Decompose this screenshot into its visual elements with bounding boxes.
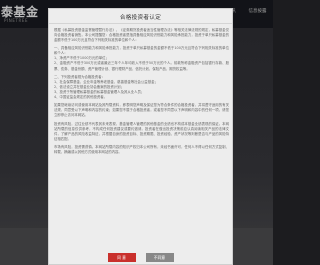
qualified-investor-modal: 合格投资者认定 根据《私募投资基金监督管理暂行办法》、《证券期货投资者适当性管理… [48,8,233,265]
modal-title: 合格投资者认定 [119,15,162,21]
nav-item-disclosure[interactable]: 信息披露 [242,8,273,18]
modal-paragraph: 市场有风险，投资需谨慎。本网站所载内容的知识产权归本公司所有，未经书面许可，任何… [54,144,229,154]
agree-button[interactable]: 同 意 [107,253,136,262]
modal-paragraph: 一、具备相应风险识别能力和风险承担能力，投资于单只私募基金的金额不低于100万元… [54,46,229,56]
brand-subtitle: PINETREE [4,18,29,23]
disagree-button[interactable]: 不同意 [145,253,174,262]
modal-body[interactable]: 根据《私募投资基金监督管理暂行办法》、《证券期货投资者适当性管理办法》等相关法律… [54,28,229,246]
modal-paragraph: 根据《私募投资基金监督管理暂行办法》、《证券期货投资者适当性管理办法》等相关法律… [54,28,229,43]
modal-paragraph: 2、金融资产不低于300万元或者最近三年个人年均收入不低于50万元的个人。前款所… [54,61,229,71]
modal-paragraph: 如果您继续访问或使用本网站及其所载资料，即表明您声明及保证您为符合条件的合格投资… [54,103,229,118]
site-logo[interactable]: 泰基金 PINETREE [0,3,42,27]
modal-paragraph: 投资有风险，过往业绩不代表其未来表现，基金管理人管理的其他基金的业绩也不构成本基… [54,121,229,141]
modal-paragraph: 4、中国证监会规定的其他投资者。 [54,94,108,99]
modal-divider [49,23,232,24]
modal-actions: 同 意 不同意 [49,253,232,262]
